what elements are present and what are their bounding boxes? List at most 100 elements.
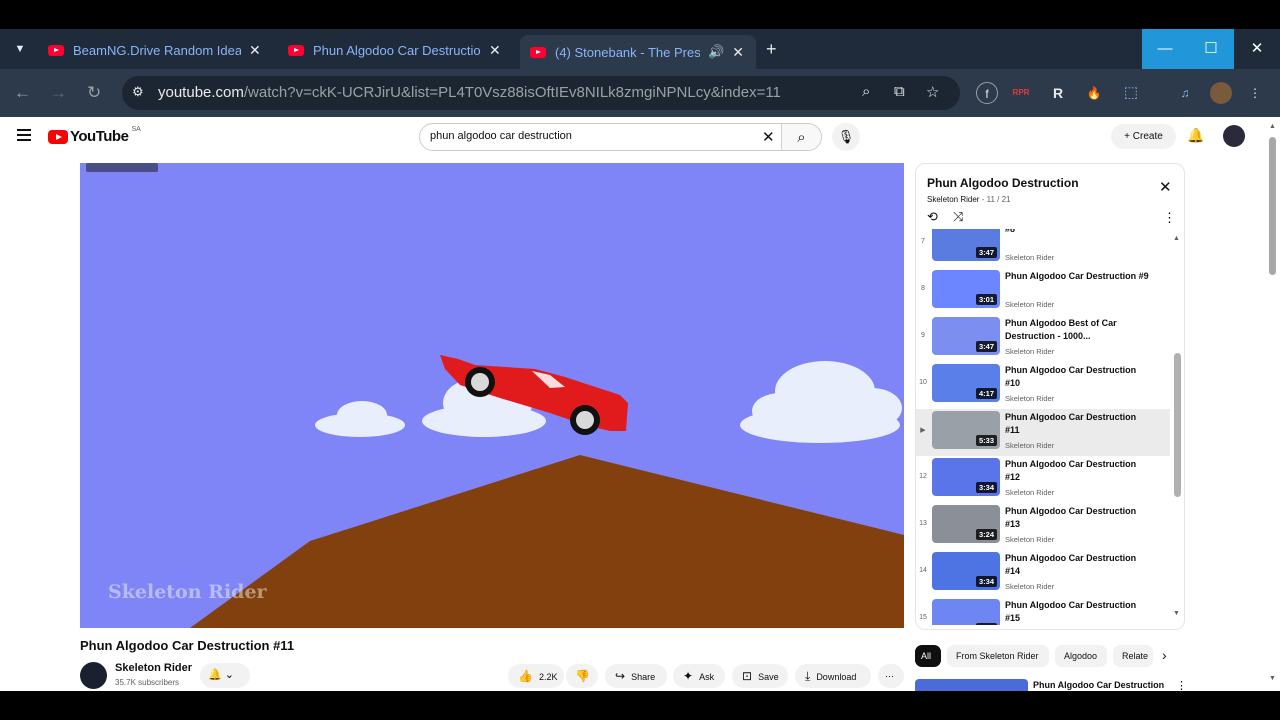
tab-close-icon[interactable]: ✕ bbox=[249, 42, 261, 59]
youtube-favicon-icon bbox=[288, 44, 304, 56]
chip-from-channel[interactable]: From Skeleton Rider bbox=[947, 645, 1049, 667]
extension-fire-icon[interactable]: 🔥 bbox=[1083, 82, 1105, 104]
clear-search-icon[interactable]: ✕ bbox=[762, 128, 775, 146]
zoom-icon[interactable]: ⌕ bbox=[862, 83, 870, 100]
search-input[interactable]: phun algodoo car destruction bbox=[430, 130, 572, 142]
forward-icon[interactable]: → bbox=[50, 83, 67, 103]
address-bar[interactable]: ⚙ youtube.com/watch?v=ckK-UCRJirU&list=P… bbox=[122, 76, 960, 110]
download-button[interactable]: ⤓ Download bbox=[795, 664, 871, 688]
channel-name[interactable]: Skeleton Rider bbox=[115, 662, 192, 674]
chip-algodoo[interactable]: Algodoo bbox=[1055, 645, 1107, 667]
scroll-down-icon[interactable]: ▼ bbox=[1173, 610, 1180, 617]
notifications-bell-icon[interactable]: 🔔 bbox=[1187, 127, 1204, 144]
address-url[interactable]: youtube.com/watch?v=ckK-UCRJirU&list=PL4… bbox=[158, 84, 781, 101]
ask-button[interactable]: ✦ Ask bbox=[673, 664, 725, 688]
page-scrollbar[interactable]: ▲ ▼ bbox=[1266, 117, 1280, 691]
recommendation-thumbnail[interactable] bbox=[915, 679, 1028, 691]
extensions-puzzle-icon[interactable]: ⬚ bbox=[1120, 82, 1142, 104]
browser-menu-icon[interactable]: ⋮ bbox=[1244, 82, 1266, 104]
playlist-item[interactable]: 8 3:01 Phun Algodoo Car Destruction #9 Skel… bbox=[916, 268, 1170, 315]
chip-related[interactable]: Relate bbox=[1113, 645, 1153, 667]
audio-playing-icon[interactable]: 🔊 bbox=[708, 44, 724, 60]
tab-phun-algodoo[interactable]: Phun Algodoo Car Destruction ✕ bbox=[278, 35, 516, 65]
site-info-icon[interactable]: ⚙ bbox=[132, 84, 144, 100]
playlist-item[interactable]: 9 3:47 Phun Algodoo Best of Car Destructio… bbox=[916, 315, 1170, 362]
playlist-item-title[interactable]: Phun Algodoo Car Destruction #11 bbox=[1005, 411, 1153, 437]
tab-search-icon[interactable]: ▼ bbox=[8, 37, 32, 61]
playlist-item-thumbnail[interactable]: 3:34 bbox=[932, 458, 1000, 496]
playlist-item-title[interactable]: Phun Algodoo Car Destruction #10 bbox=[1005, 364, 1153, 390]
video-player[interactable]: Skeleton Rider bbox=[80, 163, 904, 628]
search-button-icon[interactable]: ⌕ bbox=[781, 124, 821, 150]
close-window-icon[interactable]: ✕ bbox=[1234, 29, 1280, 69]
playlist-item[interactable]: 10 4:17 Phun Algodoo Car Destruction #10 Sk… bbox=[916, 362, 1170, 409]
share-button[interactable]: ↪ Share bbox=[605, 664, 667, 688]
menu-icon[interactable] bbox=[17, 129, 31, 144]
search-box[interactable]: phun algodoo car destruction ✕ ⌕ bbox=[419, 123, 822, 151]
playlist-item-thumbnail[interactable]: 3:47 bbox=[932, 317, 1000, 355]
playlist-item-title[interactable]: Phun Algodoo Car Destruction #12 bbox=[1005, 458, 1153, 484]
playlist-item[interactable]: 7 3:47 #8 Skeleton Rider bbox=[916, 229, 1170, 268]
save-button[interactable]: ⊡ Save bbox=[732, 664, 788, 688]
playlist-owner[interactable]: Skeleton Rider bbox=[927, 195, 979, 204]
back-icon[interactable]: ← bbox=[14, 83, 31, 103]
playlist-scrollbar[interactable]: ▲ ▼ bbox=[1172, 229, 1184, 625]
playlist-item-thumbnail[interactable]: 4:17 bbox=[932, 364, 1000, 402]
playlist-item[interactable]: ▶ 5:33 Phun Algodoo Car Destruction #11 Ske… bbox=[916, 409, 1170, 456]
shuffle-icon[interactable]: ⤨ bbox=[953, 209, 963, 225]
playlist-item-thumbnail[interactable]: 3:01 bbox=[932, 270, 1000, 308]
maximize-icon[interactable]: ☐ bbox=[1188, 29, 1234, 69]
dislike-button[interactable]: 👎 bbox=[566, 664, 598, 688]
page-scroll-down-icon[interactable]: ▼ bbox=[1269, 675, 1276, 682]
new-tab-icon[interactable]: + bbox=[766, 39, 777, 60]
bookmark-star-icon[interactable]: ☆ bbox=[926, 83, 939, 101]
channel-avatar[interactable] bbox=[80, 662, 107, 689]
minimize-icon[interactable]: — bbox=[1142, 29, 1188, 69]
playlist-item-thumbnail[interactable]: 3:47 bbox=[932, 229, 1000, 261]
close-playlist-icon[interactable]: ✕ bbox=[1159, 178, 1172, 196]
chip-all[interactable]: All bbox=[915, 645, 941, 667]
create-button[interactable]: + Create bbox=[1111, 124, 1176, 149]
account-avatar[interactable] bbox=[1223, 125, 1245, 147]
playlist-item-title[interactable]: Phun Algodoo Car Destruction #13 bbox=[1005, 505, 1153, 531]
bookmark-icon: ⊡ bbox=[742, 669, 753, 683]
more-actions-icon[interactable]: ⋯ bbox=[878, 664, 904, 688]
recommendation-title[interactable]: Phun Algodoo Car Destruction bbox=[1033, 680, 1164, 690]
chips-next-icon[interactable]: › bbox=[1162, 647, 1167, 663]
extension-rpr-icon[interactable]: RPR bbox=[1010, 82, 1032, 104]
playlist-item[interactable]: 13 3:24 Phun Algodoo Car Destruction #13 Sk… bbox=[916, 503, 1170, 550]
youtube-logo[interactable]: YouTube SA bbox=[48, 126, 141, 145]
voice-search-icon[interactable]: 🎙 bbox=[832, 123, 860, 151]
playlist-item[interactable]: 12 3:34 Phun Algodoo Car Destruction #12 Sk… bbox=[916, 456, 1170, 503]
playlist-item-title[interactable]: Phun Algodoo Car Destruction #9 bbox=[1005, 270, 1153, 283]
playlist-item-thumbnail[interactable]: 5:33 bbox=[932, 411, 1000, 449]
page-scroll-up-icon[interactable]: ▲ bbox=[1269, 123, 1276, 130]
tab-beamng[interactable]: BeamNG.Drive Random Ideas # ✕ bbox=[38, 35, 274, 65]
playlist-item[interactable]: 154:03Phun Algodoo Car Destruction #15Sk… bbox=[916, 597, 1170, 625]
tab-close-icon[interactable]: ✕ bbox=[489, 42, 501, 59]
tab-stonebank-active[interactable]: (4) Stonebank - The Pressur 🔊 ✕ bbox=[520, 35, 756, 69]
loop-icon[interactable]: ⟲ bbox=[927, 209, 938, 225]
subscribed-bell-button[interactable]: 🔔 ⌄ bbox=[200, 663, 250, 688]
playlist-more-icon[interactable]: ⋮ bbox=[1163, 210, 1176, 226]
extension-r-icon[interactable]: R bbox=[1047, 82, 1069, 104]
profile-avatar-icon[interactable] bbox=[1210, 82, 1232, 104]
reload-icon[interactable]: ↻ bbox=[87, 83, 101, 103]
playlist-item-title[interactable]: #8 bbox=[1005, 229, 1153, 236]
page-scroll-thumb[interactable] bbox=[1269, 137, 1276, 275]
playlist-item-title[interactable]: Phun Algodoo Best of Car Destruction - 1… bbox=[1005, 317, 1153, 343]
playlist-title[interactable]: Phun Algodoo Destruction bbox=[927, 176, 1079, 190]
like-button[interactable]: 👍 2.2K bbox=[508, 664, 564, 688]
install-app-icon[interactable]: ⧉ bbox=[894, 83, 905, 100]
playlist-item-title[interactable]: Phun Algodoo Car Destruction #14 bbox=[1005, 552, 1153, 578]
scroll-up-icon[interactable]: ▲ bbox=[1173, 235, 1180, 242]
media-control-icon[interactable]: ♫ bbox=[1174, 82, 1196, 104]
playlist-item[interactable]: 14 3:34 Phun Algodoo Car Destruction #14 Sk… bbox=[916, 550, 1170, 597]
playlist-item-thumbnail[interactable]: 3:24 bbox=[932, 505, 1000, 543]
playlist-item-thumbnail[interactable]: 3:34 bbox=[932, 552, 1000, 590]
tab-close-icon[interactable]: ✕ bbox=[732, 44, 744, 61]
extension-f-icon[interactable]: f bbox=[976, 82, 998, 104]
playlist-scroll-thumb[interactable] bbox=[1174, 353, 1181, 497]
playlist-item-title[interactable]: Phun Algodoo Car Destruction #15 bbox=[1005, 599, 1153, 625]
playlist-item-thumbnail[interactable]: 4:03 bbox=[932, 599, 1000, 625]
